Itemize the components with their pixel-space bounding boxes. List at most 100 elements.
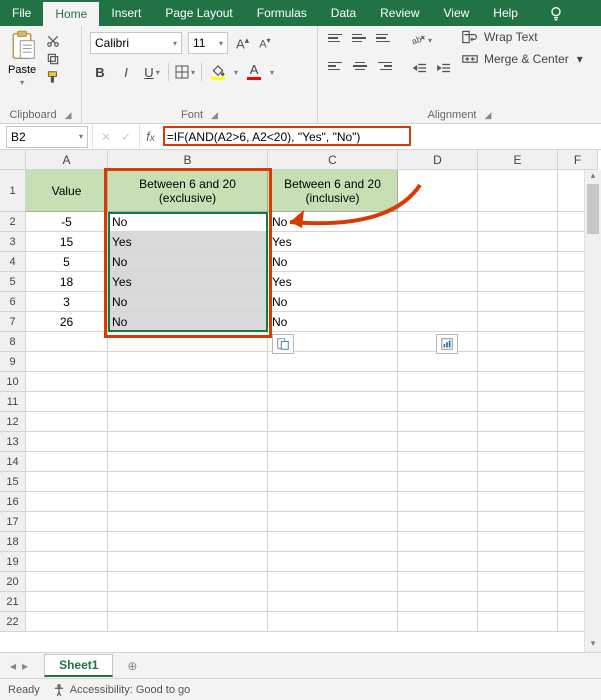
cell-B22[interactable]	[108, 612, 268, 632]
cell-E15[interactable]	[478, 472, 558, 492]
tab-home[interactable]: Home	[43, 0, 99, 26]
clipboard-launcher[interactable]: ◢	[65, 110, 72, 121]
cell-E22[interactable]	[478, 612, 558, 632]
col-header-A[interactable]: A	[26, 150, 108, 170]
cell-A17[interactable]	[26, 512, 108, 532]
row-header-20[interactable]: 20	[0, 572, 26, 592]
col-header-C[interactable]: C	[268, 150, 398, 170]
cell-E11[interactable]	[478, 392, 558, 412]
cell-D16[interactable]	[398, 492, 478, 512]
tab-formulas[interactable]: Formulas	[245, 0, 319, 26]
row-header-4[interactable]: 4	[0, 252, 26, 272]
underline-button[interactable]: U▾	[142, 62, 162, 82]
cell-C5[interactable]: Yes	[268, 272, 398, 292]
worksheet[interactable]: ABCDEF 123456789101112131415161718192021…	[0, 150, 601, 652]
cell-E3[interactable]	[478, 232, 558, 252]
cell-A7[interactable]: 26	[26, 312, 108, 332]
fx-icon[interactable]: fx	[140, 129, 161, 144]
cell-B21[interactable]	[108, 592, 268, 612]
col-header-D[interactable]: D	[398, 150, 478, 170]
font-size-select[interactable]: 11▾	[188, 32, 228, 54]
sheet-tab-active[interactable]: Sheet1	[44, 654, 113, 677]
row-header-13[interactable]: 13	[0, 432, 26, 452]
cell-C12[interactable]	[268, 412, 398, 432]
cell-C13[interactable]	[268, 432, 398, 452]
row-header-5[interactable]: 5	[0, 272, 26, 292]
tab-file[interactable]: File	[0, 0, 43, 26]
cell-A9[interactable]	[26, 352, 108, 372]
cell-E18[interactable]	[478, 532, 558, 552]
tab-help[interactable]: Help	[481, 0, 530, 26]
cell-E4[interactable]	[478, 252, 558, 272]
cell-B9[interactable]	[108, 352, 268, 372]
col-header-F[interactable]: F	[558, 150, 598, 170]
cancel-formula-button[interactable]: ✕	[101, 130, 111, 144]
tab-data[interactable]: Data	[319, 0, 368, 26]
borders-button[interactable]: ▾	[175, 62, 195, 82]
cell-D17[interactable]	[398, 512, 478, 532]
cell-C19[interactable]	[268, 552, 398, 572]
cell-D14[interactable]	[398, 452, 478, 472]
cell-C22[interactable]	[268, 612, 398, 632]
cell-A2[interactable]: -5	[26, 212, 108, 232]
cell-C4[interactable]: No	[268, 252, 398, 272]
cell-A18[interactable]	[26, 532, 108, 552]
cell-B7[interactable]: No	[108, 312, 268, 332]
row-header-12[interactable]: 12	[0, 412, 26, 432]
cell-C3[interactable]: Yes	[268, 232, 398, 252]
cell-A4[interactable]: 5	[26, 252, 108, 272]
cell-E10[interactable]	[478, 372, 558, 392]
cell-B11[interactable]	[108, 392, 268, 412]
cell-E9[interactable]	[478, 352, 558, 372]
accessibility-status[interactable]: Accessibility: Good to go	[52, 683, 190, 697]
cell-B4[interactable]: No	[108, 252, 268, 272]
cell-C15[interactable]	[268, 472, 398, 492]
cell-E1[interactable]	[478, 170, 558, 212]
cell-C21[interactable]	[268, 592, 398, 612]
cell-D3[interactable]	[398, 232, 478, 252]
cell-A11[interactable]	[26, 392, 108, 412]
tab-page-layout[interactable]: Page Layout	[153, 0, 244, 26]
wrap-text-button[interactable]: Wrap Text	[462, 30, 583, 44]
row-header-8[interactable]: 8	[0, 332, 26, 352]
cell-D19[interactable]	[398, 552, 478, 572]
copy-button[interactable]	[44, 51, 62, 67]
cell-C16[interactable]	[268, 492, 398, 512]
cut-button[interactable]	[44, 33, 62, 49]
cell-B5[interactable]: Yes	[108, 272, 268, 292]
row-header-11[interactable]: 11	[0, 392, 26, 412]
align-middle-button[interactable]	[350, 30, 370, 46]
italic-button[interactable]: I	[116, 62, 136, 82]
alignment-launcher[interactable]: ◢	[485, 110, 492, 121]
row-header-18[interactable]: 18	[0, 532, 26, 552]
cell-B1[interactable]: Between 6 and 20 (exclusive)	[108, 170, 268, 212]
increase-indent-button[interactable]	[434, 58, 454, 78]
cell-A22[interactable]	[26, 612, 108, 632]
cell-A5[interactable]: 18	[26, 272, 108, 292]
cell-B20[interactable]	[108, 572, 268, 592]
cell-B6[interactable]: No	[108, 292, 268, 312]
row-header-10[interactable]: 10	[0, 372, 26, 392]
row-header-21[interactable]: 21	[0, 592, 26, 612]
cell-C2[interactable]: No	[268, 212, 398, 232]
cell-B18[interactable]	[108, 532, 268, 552]
paste-options-button[interactable]	[272, 334, 294, 354]
cell-C7[interactable]: No	[268, 312, 398, 332]
cell-C14[interactable]	[268, 452, 398, 472]
cell-A10[interactable]	[26, 372, 108, 392]
cell-B15[interactable]	[108, 472, 268, 492]
row-header-9[interactable]: 9	[0, 352, 26, 372]
cell-D11[interactable]	[398, 392, 478, 412]
cell-A15[interactable]	[26, 472, 108, 492]
add-sheet-button[interactable]: ⊕	[121, 655, 143, 677]
cell-D10[interactable]	[398, 372, 478, 392]
cell-A8[interactable]	[26, 332, 108, 352]
font-name-select[interactable]: Calibri▾	[90, 32, 182, 54]
cell-A20[interactable]	[26, 572, 108, 592]
align-right-button[interactable]	[374, 58, 394, 74]
col-header-E[interactable]: E	[478, 150, 558, 170]
row-header-15[interactable]: 15	[0, 472, 26, 492]
cell-D9[interactable]	[398, 352, 478, 372]
cell-D13[interactable]	[398, 432, 478, 452]
row-header-14[interactable]: 14	[0, 452, 26, 472]
